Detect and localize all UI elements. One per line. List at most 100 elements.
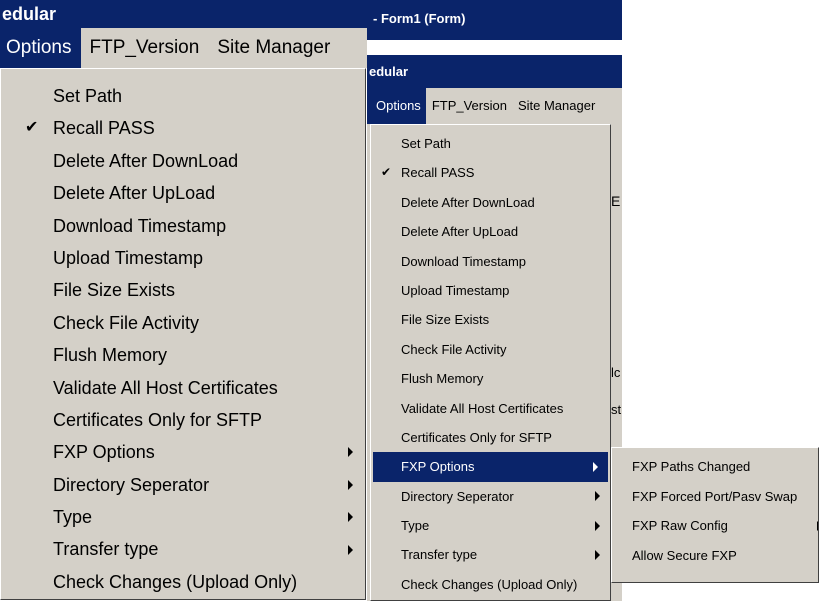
right-menu-item-label: Set Path bbox=[401, 136, 451, 151]
right-menu-item-label: Upload Timestamp bbox=[401, 282, 510, 298]
fxp-submenu-item-fxp-forced-port-pasv-swap[interactable]: FXP Forced Port/Pasv Swap bbox=[612, 482, 818, 512]
left-menu-item-label: Certificates Only for SFTP bbox=[53, 409, 263, 430]
right-options-menu: Set Path ✔ Recall PASS Delete After DownLoa… bbox=[370, 124, 611, 601]
right-menubar-options[interactable]: Options bbox=[367, 88, 426, 124]
right-menu-item-type[interactable]: Type bbox=[371, 511, 610, 540]
left-menu-item-label: FXP Options bbox=[53, 442, 155, 463]
left-menu-item-type[interactable]: Type bbox=[1, 501, 365, 533]
left-menu-item-label: Validate All Host Certificates bbox=[53, 377, 278, 398]
left-menu-item-recall-pass[interactable]: ✔ Recall PASS bbox=[1, 112, 365, 144]
left-menu-item-transfer-type[interactable]: Transfer type bbox=[1, 533, 365, 565]
right-menu-item-label: Type bbox=[401, 518, 430, 534]
left-menu-item-delete-after-upload[interactable]: Delete After UpLoad bbox=[1, 177, 365, 209]
triangle-right-icon bbox=[595, 520, 600, 531]
background-fragment-3: st bbox=[611, 402, 622, 417]
fxp-submenu-item-fxp-paths-changed[interactable]: FXP Paths Changed bbox=[612, 452, 818, 482]
left-menu-item-label: Check Changes (Upload Only) bbox=[53, 571, 298, 592]
right-menu-item-check-changes-upload-only[interactable]: Check Changes (Upload Only) bbox=[371, 570, 610, 599]
left-options-menu: Set Path ✔ Recall PASS Delete After DownLoa… bbox=[0, 68, 366, 600]
triangle-right-icon bbox=[593, 461, 598, 472]
right-menubar-ftp-version[interactable]: FTP_Version bbox=[426, 88, 512, 124]
left-menu-item-directory-seperator[interactable]: Directory Seperator bbox=[1, 469, 365, 501]
left-menu-item-label: File Size Exists bbox=[53, 280, 176, 301]
right-menu-item-label: Check File Activity bbox=[401, 341, 507, 357]
triangle-right-icon bbox=[348, 512, 353, 523]
right-menu-item-directory-seperator[interactable]: Directory Seperator bbox=[371, 482, 610, 511]
left-menu-item-check-file-activity[interactable]: Check File Activity bbox=[1, 307, 365, 339]
right-menu-item-delete-after-download[interactable]: Delete After DownLoad bbox=[371, 188, 610, 217]
right-menu-bar: Options FTP_Version Site Manager bbox=[367, 88, 622, 124]
left-menu-item-label: Check File Activity bbox=[53, 312, 200, 333]
left-menu-item-label: Recall PASS bbox=[53, 118, 155, 139]
left-menu-item-validate-all-host-certificates[interactable]: Validate All Host Certificates bbox=[1, 372, 365, 404]
triangle-right-icon bbox=[595, 491, 600, 502]
right-menubar-site-manager[interactable]: Site Manager bbox=[512, 88, 599, 124]
checkmark-icon: ✔ bbox=[25, 119, 39, 137]
fxp-submenu-item-label: FXP Raw Config bbox=[632, 518, 728, 533]
fxp-submenu-item-allow-secure-fxp[interactable]: Allow Secure FXP bbox=[612, 541, 818, 571]
checkmark-icon: ✔ bbox=[381, 165, 392, 180]
right-menu-item-label: File Size Exists bbox=[401, 312, 490, 328]
fxp-submenu-item-label: FXP Paths Changed bbox=[632, 459, 751, 474]
right-menu-item-transfer-type[interactable]: Transfer type bbox=[371, 540, 610, 569]
left-menu-item-label: Delete After UpLoad bbox=[53, 183, 216, 204]
right-menu-item-validate-all-host-certificates[interactable]: Validate All Host Certificates bbox=[371, 394, 610, 423]
left-menu-item-upload-timestamp[interactable]: Upload Timestamp bbox=[1, 242, 365, 274]
right-menu-item-file-size-exists[interactable]: File Size Exists bbox=[371, 305, 610, 334]
left-menubar-site-manager[interactable]: Site Manager bbox=[209, 28, 336, 68]
triangle-right-icon bbox=[348, 479, 353, 490]
left-menu-item-flush-memory[interactable]: Flush Memory bbox=[1, 339, 365, 371]
left-menu-item-label: Directory Seperator bbox=[53, 474, 210, 495]
right-menu-item-label: Check Changes (Upload Only) bbox=[401, 576, 578, 592]
fxp-submenu-item-label: Allow Secure FXP bbox=[632, 547, 737, 563]
left-menubar-ftp-version[interactable]: FTP_Version bbox=[81, 28, 209, 68]
background-fragment-2: lc bbox=[611, 365, 621, 380]
left-menu-item-label: Download Timestamp bbox=[53, 215, 227, 236]
left-menu-item-check-changes-upload-only[interactable]: Check Changes (Upload Only) bbox=[1, 566, 365, 598]
fxp-submenu-item-label: FXP Forced Port/Pasv Swap bbox=[632, 488, 798, 504]
left-title-text: edular bbox=[2, 4, 57, 24]
right-menu-item-label: FXP Options bbox=[401, 459, 475, 475]
fxp-options-submenu: FXP Paths Changed FXP Forced Port/Pasv Sw… bbox=[611, 447, 819, 583]
right-menu-item-label: Validate All Host Certificates bbox=[401, 400, 564, 416]
right-menu-item-flush-memory[interactable]: Flush Memory bbox=[371, 364, 610, 393]
triangle-right-icon bbox=[595, 550, 600, 561]
left-menu-item-label: Upload Timestamp bbox=[53, 247, 204, 268]
right-menu-item-download-timestamp[interactable]: Download Timestamp bbox=[371, 247, 610, 276]
right-menu-item-set-path[interactable]: Set Path bbox=[371, 129, 610, 158]
right-menu-item-recall-pass[interactable]: ✔ Recall PASS bbox=[371, 158, 610, 187]
right-menu-item-label: Directory Seperator bbox=[401, 488, 514, 504]
right-title-text: edular bbox=[369, 64, 409, 79]
right-title-bar: edular bbox=[367, 55, 622, 88]
right-menu-item-label: Certificates Only for SFTP bbox=[401, 429, 552, 445]
right-window-title: - Form1 (Form) bbox=[373, 11, 466, 26]
right-menu-item-label: Delete After UpLoad bbox=[401, 224, 519, 240]
fxp-submenu-item-fxp-raw-config[interactable]: FXP Raw Config bbox=[612, 511, 818, 541]
left-menu-item-label: Set Path bbox=[53, 86, 123, 106]
left-menu-item-fxp-options[interactable]: FXP Options bbox=[1, 436, 365, 468]
left-menu-item-label: Flush Memory bbox=[53, 345, 168, 366]
right-menu-item-label: Delete After DownLoad bbox=[401, 194, 535, 210]
right-menu-item-label: Recall PASS bbox=[401, 165, 475, 181]
left-menu-bar: Options FTP_Version Site Manager bbox=[0, 28, 367, 68]
left-menu-item-certificates-only-for-sftp[interactable]: Certificates Only for SFTP bbox=[1, 404, 365, 436]
right-menu-item-certificates-only-for-sftp[interactable]: Certificates Only for SFTP bbox=[371, 423, 610, 452]
left-menu-item-download-timestamp[interactable]: Download Timestamp bbox=[1, 210, 365, 242]
left-menubar-options[interactable]: Options bbox=[0, 28, 82, 68]
background-fragment-1: E bbox=[611, 193, 621, 209]
right-menu-item-label: Download Timestamp bbox=[401, 253, 526, 269]
left-menu-item-set-path[interactable]: Set Path bbox=[1, 80, 365, 112]
left-menu-item-label: Delete After DownLoad bbox=[53, 150, 239, 171]
right-menu-item-upload-timestamp[interactable]: Upload Timestamp bbox=[371, 276, 610, 305]
triangle-right-icon bbox=[348, 544, 353, 555]
right-menu-item-fxp-options[interactable]: FXP Options bbox=[373, 452, 608, 482]
right-menu-item-label: Transfer type bbox=[401, 547, 478, 563]
left-menu-item-file-size-exists[interactable]: File Size Exists bbox=[1, 274, 365, 306]
right-menu-item-delete-after-upload[interactable]: Delete After UpLoad bbox=[371, 217, 610, 246]
right-window-title-bar: - Form1 (Form) bbox=[367, 0, 622, 40]
triangle-right-icon bbox=[348, 447, 353, 458]
left-menu-item-label: Type bbox=[53, 507, 93, 528]
right-menu-item-label: Flush Memory bbox=[401, 371, 484, 387]
left-menu-item-delete-after-download[interactable]: Delete After DownLoad bbox=[1, 145, 365, 177]
right-menu-item-check-file-activity[interactable]: Check File Activity bbox=[371, 335, 610, 364]
